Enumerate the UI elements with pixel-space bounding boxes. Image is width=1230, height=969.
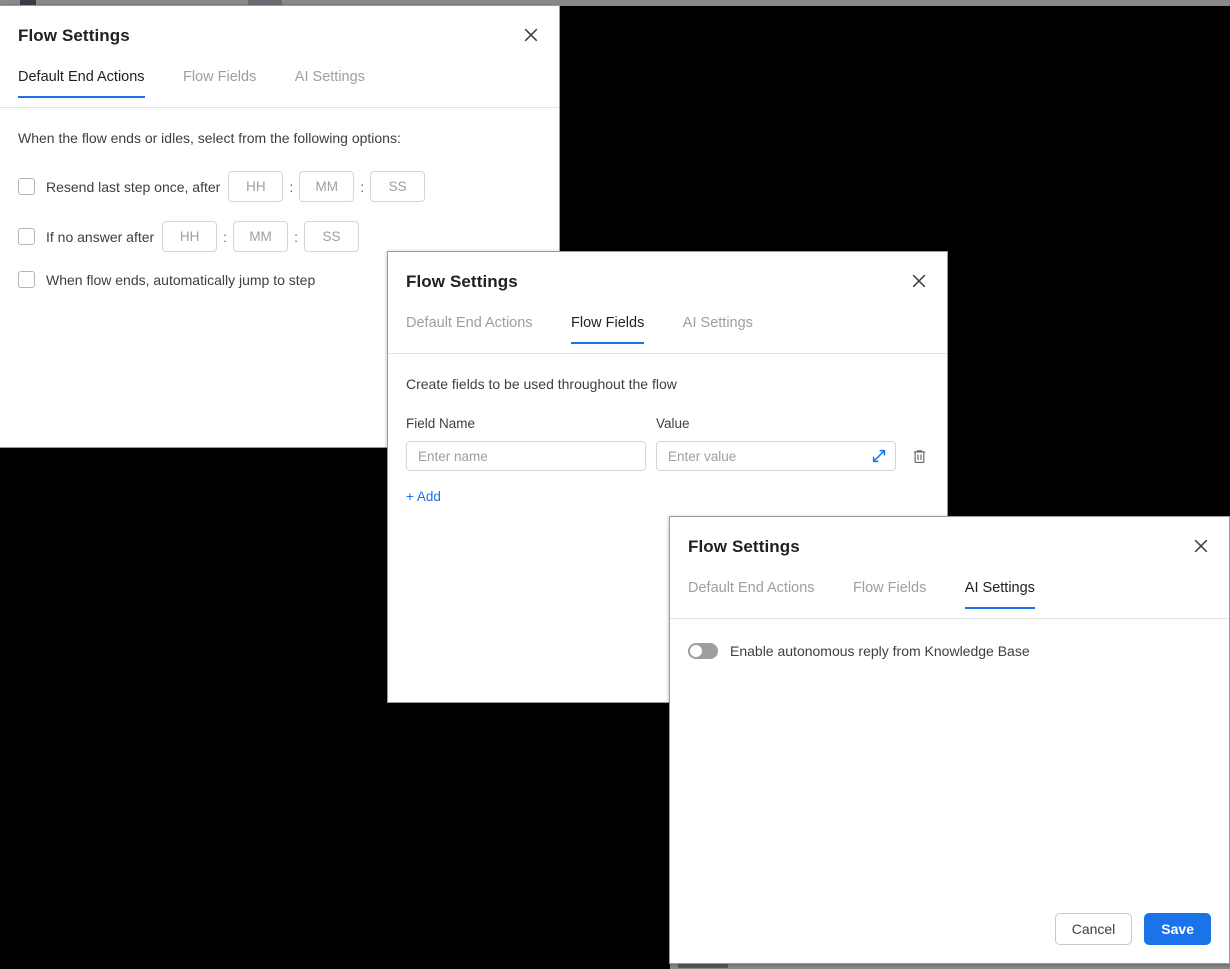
page-title: Flow Settings — [406, 272, 518, 291]
tab-ai-settings[interactable]: AI Settings — [295, 69, 365, 98]
checkbox-label-if-no-answer: If no answer after — [46, 228, 155, 245]
dialog-tabs: Default End Actions Flow Fields AI Setti… — [388, 314, 947, 354]
checkbox-if-no-answer[interactable] — [18, 228, 35, 245]
save-button[interactable]: Save — [1144, 913, 1211, 945]
time-separator: : — [360, 178, 365, 195]
no-answer-hours-input[interactable]: HH — [162, 221, 218, 252]
page-title: Flow Settings — [18, 26, 130, 45]
resend-hours-input[interactable]: HH — [228, 171, 284, 202]
checkbox-label-jump-to-step: When flow ends, automatically jump to st… — [46, 271, 316, 288]
no-answer-minutes-input[interactable]: MM — [233, 221, 289, 252]
add-field-button[interactable]: + Add — [406, 489, 441, 504]
resend-minutes-input[interactable]: MM — [299, 171, 355, 202]
dialog-body: Enable autonomous reply from Knowledge B… — [670, 619, 1229, 659]
column-header-value: Value — [656, 416, 690, 431]
tab-flow-fields[interactable]: Flow Fields — [183, 69, 256, 98]
field-name-input[interactable]: Enter name — [406, 441, 646, 471]
tab-default-end-actions[interactable]: Default End Actions — [18, 69, 145, 98]
cancel-button[interactable]: Cancel — [1054, 913, 1133, 945]
time-separator: : — [223, 228, 228, 245]
field-table-headers: Field Name Value — [406, 416, 929, 431]
option-row-if-no-answer: If no answer after HH : MM : SS — [18, 221, 541, 252]
dialog-header: Flow Settings — [0, 6, 559, 68]
autonomous-reply-label: Enable autonomous reply from Knowledge B… — [730, 643, 1030, 659]
tab-flow-fields[interactable]: Flow Fields — [853, 580, 926, 609]
tab-ai-settings[interactable]: AI Settings — [683, 315, 753, 344]
dialog-body: Create fields to be used throughout the … — [388, 354, 947, 506]
autonomous-reply-toggle[interactable] — [688, 643, 718, 659]
column-header-field-name: Field Name — [406, 416, 476, 431]
tab-flow-fields[interactable]: Flow Fields — [571, 315, 645, 344]
time-group-resend: HH : MM : SS — [228, 171, 426, 202]
field-value-input[interactable]: Enter value — [656, 441, 896, 471]
tab-default-end-actions[interactable]: Default End Actions — [406, 315, 533, 344]
resend-seconds-input[interactable]: SS — [370, 171, 426, 202]
delete-icon[interactable] — [910, 447, 928, 465]
dialog-header: Flow Settings — [670, 517, 1229, 579]
flow-settings-dialog-ai-settings: Flow Settings Default End Actions Flow F… — [669, 516, 1230, 964]
toggle-knob — [690, 645, 702, 657]
close-icon[interactable] — [518, 22, 544, 48]
option-row-resend-last-step: Resend last step once, after HH : MM : S… — [18, 171, 541, 202]
time-separator: : — [294, 228, 298, 245]
checkbox-resend-last-step[interactable] — [18, 178, 35, 195]
body-description: When the flow ends or idles, select from… — [18, 130, 401, 146]
no-answer-seconds-input[interactable]: SS — [303, 221, 359, 252]
dialog-footer: Cancel Save — [670, 895, 1229, 963]
checkbox-label-resend-last-step: Resend last step once, after — [46, 178, 221, 195]
dialog-tabs: Default End Actions Flow Fields AI Setti… — [670, 579, 1229, 619]
autonomous-reply-row: Enable autonomous reply from Knowledge B… — [688, 619, 1211, 659]
close-icon[interactable] — [906, 268, 932, 294]
body-description: Create fields to be used throughout the … — [406, 376, 677, 392]
time-group-no-answer: HH : MM : SS — [162, 221, 359, 252]
dialog-tabs: Default End Actions Flow Fields AI Setti… — [0, 68, 559, 108]
tab-ai-settings[interactable]: AI Settings — [964, 580, 1036, 609]
close-icon[interactable] — [1188, 533, 1214, 559]
time-separator: : — [289, 178, 294, 195]
checkbox-jump-to-step[interactable] — [18, 271, 35, 288]
field-value-placeholder: Enter value — [668, 448, 737, 464]
dialog-header: Flow Settings — [388, 252, 947, 314]
tab-default-end-actions[interactable]: Default End Actions — [688, 580, 815, 609]
field-row: Enter name Enter value — [406, 441, 929, 471]
page-title: Flow Settings — [688, 537, 800, 556]
background-bottom-blip — [678, 964, 728, 968]
expand-icon[interactable] — [871, 448, 887, 464]
